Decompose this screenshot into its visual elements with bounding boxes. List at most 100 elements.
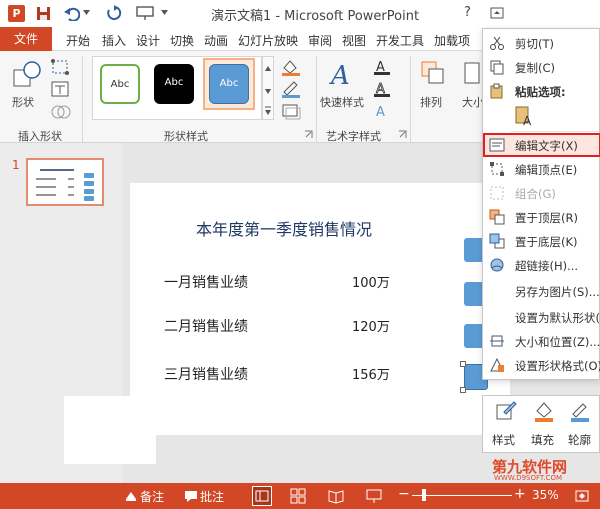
- notes-icon[interactable]: [124, 489, 138, 503]
- menu-item-edit-text[interactable]: 编辑文字(X): [483, 133, 600, 157]
- help-button[interactable]: ?: [464, 5, 471, 20]
- style-label[interactable]: 样式: [492, 432, 515, 448]
- menu-item-group[interactable]: 组合(G): [483, 181, 600, 205]
- menu-item-hyperlink[interactable]: 超链接(H)...: [483, 253, 600, 277]
- selection-handle[interactable]: [460, 387, 466, 393]
- menu-item-cut[interactable]: 剪切(T): [483, 31, 600, 55]
- arrange-icon[interactable]: [420, 60, 446, 86]
- shape-outline-icon[interactable]: [280, 80, 302, 98]
- dialog-launcher-icon[interactable]: [304, 130, 313, 139]
- fill-label[interactable]: 填充: [531, 432, 554, 448]
- tab-developer[interactable]: 开发工具: [376, 32, 424, 49]
- dialog-launcher-icon[interactable]: [398, 130, 407, 139]
- quick-styles-label[interactable]: 快速样式: [320, 94, 364, 110]
- outline-icon[interactable]: [568, 400, 592, 422]
- reading-view-icon[interactable]: [328, 488, 344, 504]
- slideshow-icon[interactable]: [366, 488, 382, 504]
- slide-sorter-icon[interactable]: [290, 488, 306, 504]
- thumbnail-preview: [36, 169, 94, 201]
- menu-item-size-position[interactable]: 大小和位置(Z)...: [483, 329, 600, 353]
- row-label[interactable]: 二月销售业绩: [164, 316, 248, 336]
- menu-item-label: 粘贴选项:: [515, 85, 566, 99]
- shape-style-black[interactable]: Abc: [154, 64, 194, 104]
- size-position-icon: [490, 335, 504, 347]
- tab-addins[interactable]: 加载项: [434, 32, 470, 49]
- fit-slide-icon[interactable]: [574, 488, 590, 504]
- quick-styles-icon[interactable]: A: [328, 58, 358, 92]
- paste-icon: [490, 83, 503, 99]
- context-menu: 剪切(T) 复制(C) 粘贴选项: A 编辑文字(X) 编辑顶点(E) 组合(G…: [482, 28, 600, 380]
- gallery-down-icon[interactable]: [263, 81, 273, 101]
- powerpoint-app-icon[interactable]: P: [8, 5, 25, 22]
- zoom-level[interactable]: 35%: [532, 488, 559, 502]
- shapes-icon[interactable]: [12, 60, 42, 90]
- slide-title[interactable]: 本年度第一季度销售情况: [196, 216, 372, 240]
- shape-style-outline[interactable]: Abc: [100, 64, 140, 104]
- row-value[interactable]: 100万: [352, 272, 390, 291]
- size-icon[interactable]: [462, 60, 482, 86]
- text-outline-icon[interactable]: A: [372, 80, 396, 98]
- qat-customize-icon[interactable]: [161, 10, 168, 15]
- edit-shape-icon[interactable]: [50, 58, 72, 76]
- zoom-out-button[interactable]: −: [398, 486, 410, 502]
- zoom-slider-thumb[interactable]: [422, 489, 426, 501]
- slide-thumbnail[interactable]: [26, 158, 104, 206]
- comments-icon[interactable]: [184, 489, 198, 503]
- edit-text-icon: [489, 138, 505, 152]
- row-value[interactable]: 156万: [352, 364, 390, 383]
- dropdown-arrow-icon[interactable]: [83, 10, 90, 15]
- row-value[interactable]: 120万: [352, 316, 390, 335]
- shape-style-blue[interactable]: Abc: [209, 64, 249, 104]
- text-fill-icon[interactable]: A: [372, 58, 396, 76]
- tab-insert[interactable]: 插入: [102, 32, 126, 49]
- save-icon[interactable]: [36, 6, 51, 21]
- view-normal-button[interactable]: [252, 486, 272, 506]
- tab-file[interactable]: 文件: [0, 27, 52, 51]
- shape-button-label[interactable]: 形状: [12, 94, 34, 110]
- tab-home[interactable]: 开始: [66, 32, 90, 49]
- selection-handle[interactable]: [460, 361, 466, 367]
- comments-button[interactable]: 批注: [200, 488, 224, 505]
- menu-item-set-default-shape[interactable]: 设置为默认形状(D): [483, 305, 600, 329]
- style-icon[interactable]: [494, 400, 518, 422]
- fill-icon[interactable]: [532, 400, 556, 422]
- tab-view[interactable]: 视图: [342, 32, 366, 49]
- zoom-slider[interactable]: [412, 495, 512, 496]
- svg-text:A: A: [523, 114, 532, 127]
- merge-shapes-icon[interactable]: [50, 103, 72, 121]
- ribbon-display-icon[interactable]: [490, 7, 504, 19]
- tab-animations[interactable]: 动画: [204, 32, 228, 49]
- tab-transitions[interactable]: 切换: [170, 32, 194, 49]
- paste-keep-text-icon[interactable]: A: [513, 105, 535, 127]
- menu-item-format-shape[interactable]: 设置形状格式(O)...: [483, 353, 600, 377]
- gallery-up-icon[interactable]: [263, 59, 273, 79]
- present-icon[interactable]: [136, 6, 154, 21]
- menu-item-send-back[interactable]: 置于底层(K): [483, 229, 600, 253]
- shape-effects-icon[interactable]: [280, 102, 302, 120]
- menu-item-paste-options[interactable]: 粘贴选项:: [483, 79, 600, 103]
- gallery-more-icon[interactable]: [263, 101, 273, 121]
- menu-item-edit-points[interactable]: 编辑顶点(E): [483, 157, 600, 181]
- tab-slideshow[interactable]: 幻灯片放映: [238, 32, 298, 49]
- menu-item-copy[interactable]: 复制(C): [483, 55, 600, 79]
- menu-item-bring-front[interactable]: 置于顶层(R): [483, 205, 600, 229]
- menu-item-save-as-picture[interactable]: 另存为图片(S)...: [483, 279, 600, 303]
- redo-icon[interactable]: [106, 5, 122, 21]
- size-label[interactable]: 大小: [462, 94, 484, 110]
- notes-button[interactable]: 备注: [140, 488, 164, 505]
- text-box-icon[interactable]: [50, 80, 72, 98]
- outline-label[interactable]: 轮廓: [568, 432, 591, 448]
- row-label[interactable]: 三月销售业绩: [164, 364, 248, 384]
- undo-icon[interactable]: [64, 6, 80, 21]
- menu-separator: [511, 131, 599, 132]
- tab-design[interactable]: 设计: [136, 32, 160, 49]
- gallery-scroll[interactable]: [262, 56, 274, 120]
- row-label[interactable]: 一月销售业绩: [164, 272, 248, 292]
- shape-fill-icon[interactable]: [280, 58, 302, 76]
- tab-review[interactable]: 审阅: [308, 32, 332, 49]
- arrange-label[interactable]: 排列: [420, 94, 442, 110]
- group-divider: [410, 56, 411, 142]
- zoom-in-button[interactable]: +: [514, 486, 526, 502]
- text-effects-icon[interactable]: A: [372, 102, 396, 120]
- menu-item-label: 超链接(H)...: [515, 259, 579, 273]
